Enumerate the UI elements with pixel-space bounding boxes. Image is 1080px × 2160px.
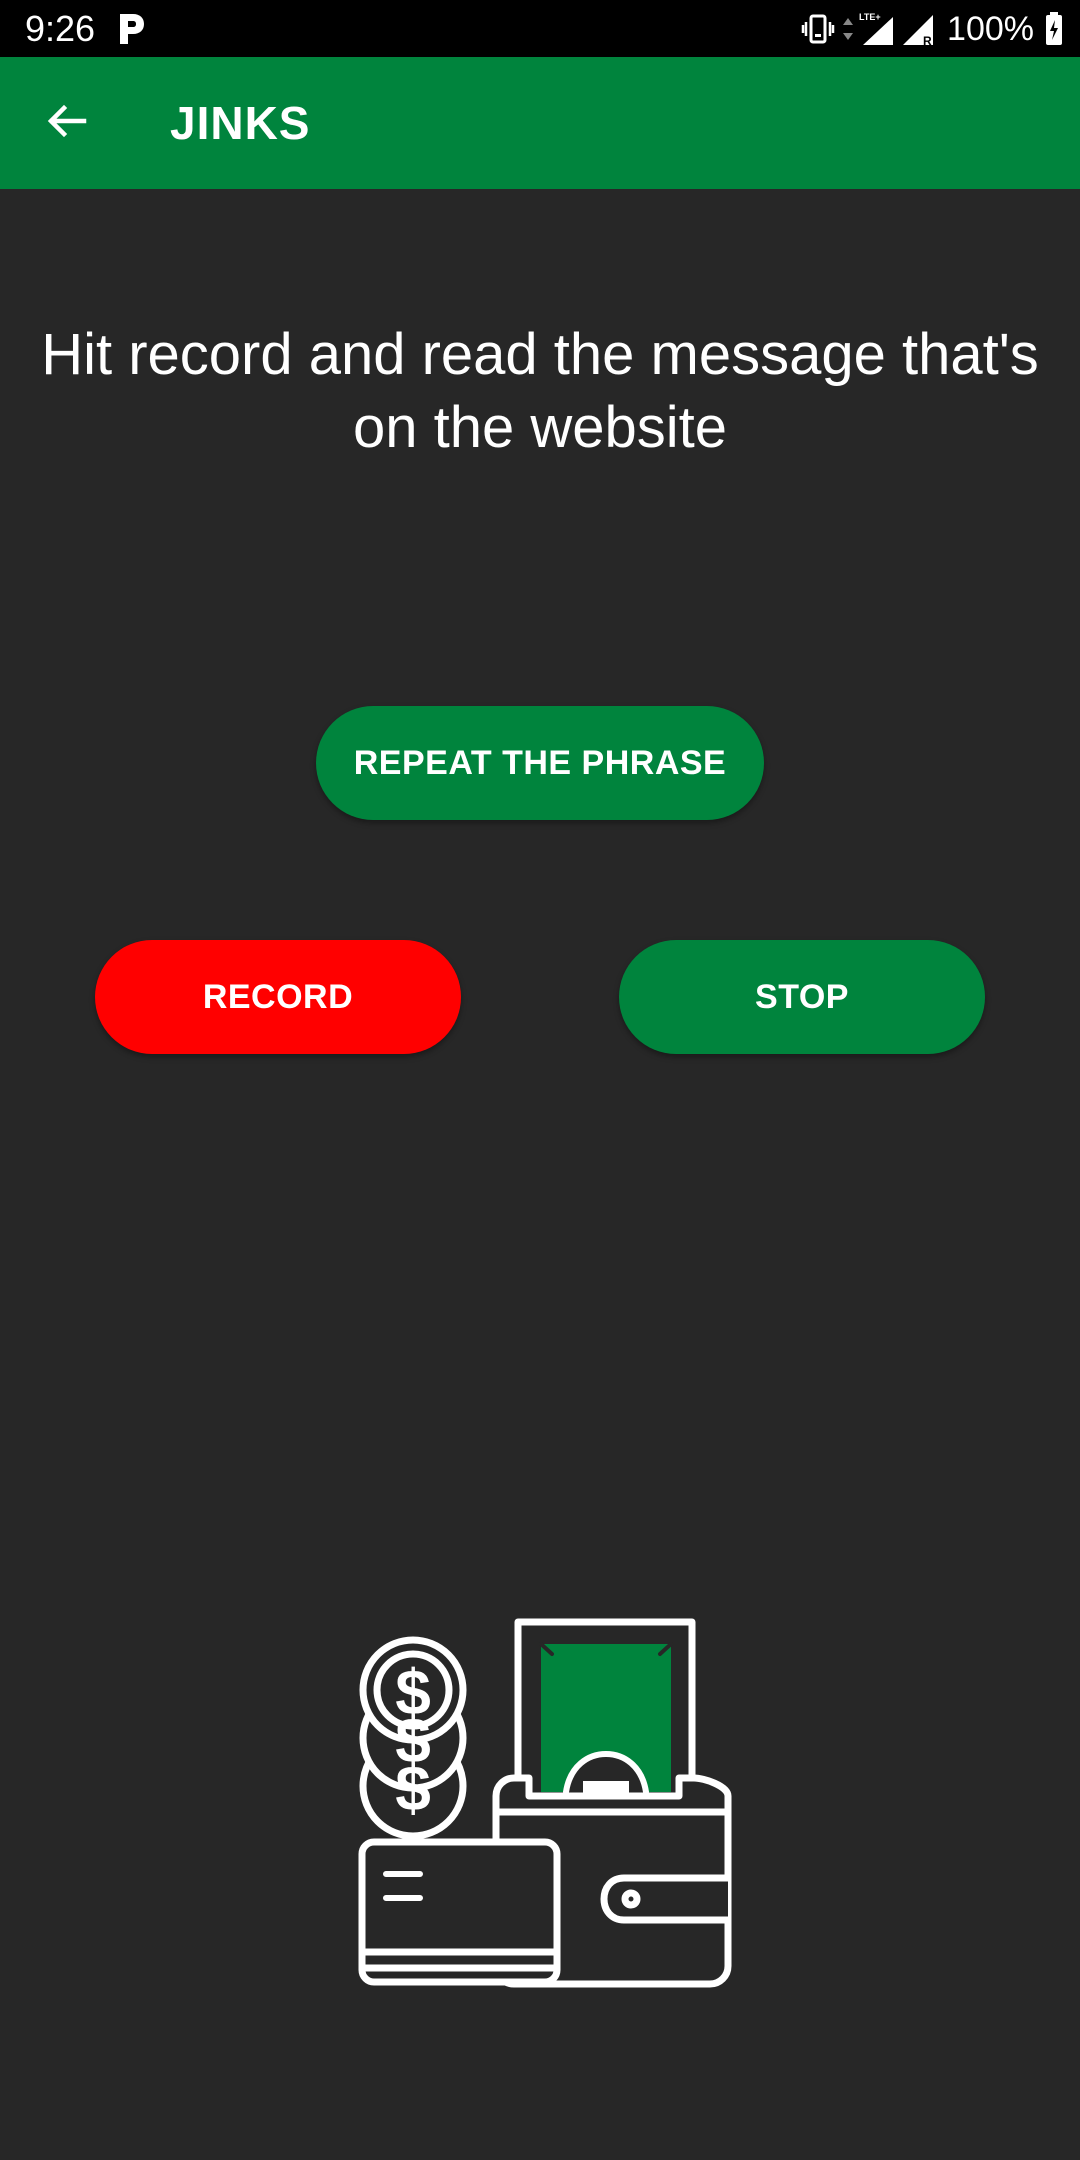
app-title: JINKS — [170, 97, 311, 149]
record-button[interactable]: RECORD — [95, 940, 461, 1054]
svg-text:R: R — [923, 34, 932, 47]
app-bar: JINKS — [0, 57, 1080, 189]
roaming-signal-icon: R — [901, 11, 937, 47]
svg-text:LTE+: LTE+ — [859, 12, 881, 22]
back-button[interactable] — [26, 83, 106, 163]
svg-text:$: $ — [395, 1752, 431, 1824]
status-bar: 9:26 LTE+ R 100% — [0, 0, 1080, 57]
status-icons: LTE+ R 100% — [801, 8, 1064, 50]
data-arrows-icon — [841, 14, 855, 44]
wallet-money-coins-icon: $ $ $ — [356, 1616, 734, 1988]
battery-percent: 100% — [947, 9, 1034, 48]
status-time: 9:26 — [25, 8, 96, 49]
lte-signal-icon: LTE+ — [857, 11, 897, 47]
repeat-phrase-button[interactable]: REPEAT THE PHRASE — [316, 706, 764, 820]
stop-button[interactable]: STOP — [619, 940, 985, 1054]
p-icon — [116, 12, 146, 46]
arrow-left-icon — [44, 99, 88, 148]
battery-charging-icon — [1044, 11, 1064, 47]
vibrate-icon — [801, 12, 835, 46]
instruction-text: Hit record and read the message that's o… — [41, 322, 1039, 460]
screen: 9:26 LTE+ R 100% JINKS Hit record and re… — [0, 0, 1080, 2160]
